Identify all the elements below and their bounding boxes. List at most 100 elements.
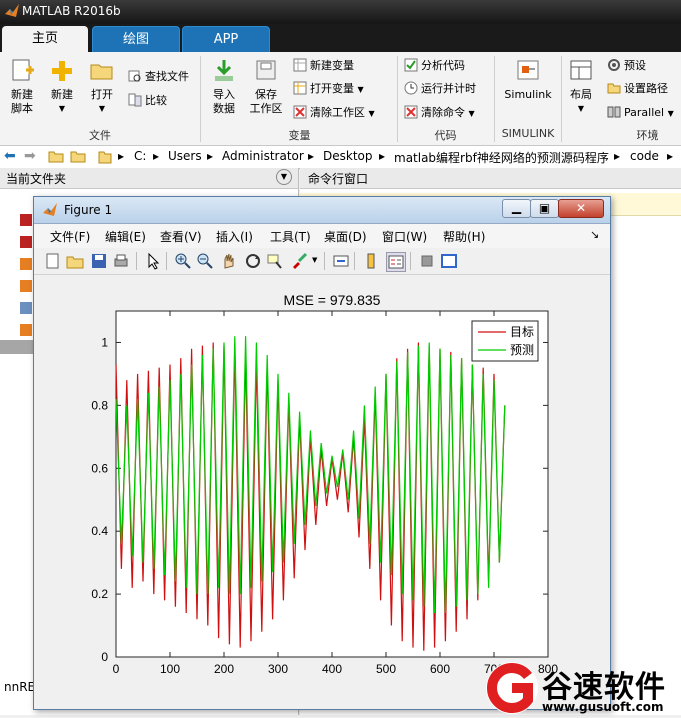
breadcrumb-item[interactable]: Administrator	[222, 149, 304, 163]
x-tick-label: 100	[160, 662, 180, 676]
zoom-out-icon[interactable]	[196, 252, 214, 270]
menu-edit[interactable]: 编辑(E)	[105, 228, 146, 245]
clear-workspace-button[interactable]: 清除工作区 ▼	[293, 104, 375, 122]
folder-open-icon	[90, 64, 113, 80]
data-cursor-icon[interactable]	[266, 252, 284, 270]
figure-toolbar: ▼	[34, 248, 610, 275]
open-label: 打开	[91, 88, 113, 101]
rotate-3d-icon[interactable]	[244, 252, 262, 270]
folder-icon	[607, 83, 621, 94]
menu-file[interactable]: 文件(F)	[50, 228, 90, 245]
menu-view[interactable]: 查看(V)	[160, 228, 202, 245]
x-tick-label: 500	[376, 662, 396, 676]
clear-workspace-dropdown-icon[interactable]: ▼	[369, 109, 375, 118]
menu-window[interactable]: 窗口(W)	[382, 228, 427, 245]
new-variable-button[interactable]: 新建变量	[293, 57, 354, 75]
new-figure-icon[interactable]	[44, 252, 62, 270]
breadcrumb-item[interactable]: code	[630, 149, 659, 163]
forward-arrow-icon[interactable]: ➡	[24, 148, 36, 164]
show-plot-tools-icon[interactable]	[440, 252, 458, 270]
open-dropdown-icon[interactable]: ▼	[86, 102, 118, 116]
tab-plots[interactable]: 绘图	[92, 26, 180, 54]
png-file-icon	[20, 236, 32, 248]
menu-help[interactable]: 帮助(H)	[443, 228, 485, 245]
figure-menu-bar: 文件(F) 编辑(E) 查看(V) 插入(I) 工具(T) 桌面(D) 窗口(W…	[34, 224, 610, 248]
hide-plot-tools-icon[interactable]	[418, 252, 436, 270]
toolbar-divider	[166, 252, 167, 270]
figure-title: Figure 1	[64, 203, 113, 217]
up-folder-icon[interactable]	[48, 149, 64, 166]
tab-home[interactable]: 主页	[2, 26, 88, 52]
run-and-time-label: 运行并计时	[421, 82, 476, 95]
run-and-time-button[interactable]: 运行并计时	[404, 80, 476, 98]
open-file-icon[interactable]	[66, 252, 84, 270]
compare-icon	[128, 93, 142, 107]
save-workspace-button[interactable]: 保存 工作区	[246, 58, 286, 116]
breadcrumb-separator: ▸	[118, 149, 125, 163]
compare-button[interactable]: 比较	[128, 92, 167, 110]
menu-desktop[interactable]: 桌面(D)	[324, 228, 367, 245]
y-tick-label: 0.6	[91, 461, 108, 475]
clear-workspace-label: 清除工作区	[310, 106, 365, 119]
tab-apps[interactable]: APP	[182, 26, 270, 54]
app-title: MATLAB R2016b	[22, 4, 121, 18]
app-title-bar: MATLAB R2016b	[0, 0, 681, 24]
parallel-button[interactable]: Parallel ▼	[607, 104, 674, 122]
parallel-dropdown-icon[interactable]: ▼	[668, 109, 674, 118]
clear-commands-button[interactable]: 清除命令 ▼	[404, 104, 475, 122]
preferences-button[interactable]: 预设	[607, 57, 646, 75]
group-label-file: 文件	[89, 129, 111, 142]
browse-folder-icon[interactable]	[70, 149, 86, 166]
close-button[interactable]: ✕	[558, 199, 604, 218]
x-tick-label: 200	[214, 662, 234, 676]
zoom-in-icon[interactable]	[174, 252, 192, 270]
panel-menu-icon[interactable]: ▼	[276, 169, 292, 185]
breadcrumb-separator: ▸	[308, 149, 315, 163]
minimize-button[interactable]: ▁	[502, 199, 531, 218]
y-tick-label: 0.2	[91, 587, 108, 601]
set-path-button[interactable]: 设置路径	[607, 80, 668, 98]
link-plot-icon[interactable]	[332, 252, 350, 270]
analyze-code-button[interactable]: 分析代码	[404, 57, 465, 75]
layout-dropdown-icon[interactable]: ▼	[565, 102, 597, 116]
new-button[interactable]: 新建 ▼	[46, 58, 78, 116]
menu-tools[interactable]: 工具(T)	[270, 228, 311, 245]
clear-commands-icon	[404, 105, 418, 119]
legend[interactable]: 目标 预测	[471, 320, 539, 362]
find-files-button[interactable]: 查找文件	[128, 68, 189, 86]
parallel-label: Parallel	[624, 106, 665, 119]
breadcrumb-item[interactable]: C:	[134, 149, 146, 163]
legend-icon[interactable]	[386, 252, 406, 272]
clear-commands-dropdown-icon[interactable]: ▼	[469, 109, 475, 118]
maximize-button[interactable]: ▣	[530, 199, 559, 218]
save-icon[interactable]	[90, 252, 108, 270]
find-files-label: 查找文件	[145, 70, 189, 83]
open-variable-label: 打开变量	[310, 82, 354, 95]
print-icon[interactable]	[112, 252, 130, 270]
open-variable-dropdown-icon[interactable]: ▼	[358, 85, 364, 94]
new-script-button[interactable]: 新建 脚本	[4, 58, 40, 116]
pointer-icon[interactable]	[144, 252, 162, 270]
pan-hand-icon[interactable]	[220, 252, 238, 270]
simulink-button[interactable]: Simulink	[500, 58, 556, 102]
analyze-code-icon	[404, 58, 418, 72]
back-arrow-icon[interactable]: ⬅	[4, 148, 16, 164]
layout-icon	[570, 60, 592, 80]
import-data-button[interactable]: 导入 数据	[206, 58, 242, 116]
watermark-logo: 谷速软件 www.gusuoft.com	[482, 658, 681, 715]
colorbar-icon[interactable]	[362, 252, 380, 270]
address-folder-icon	[98, 148, 112, 167]
breadcrumb-item[interactable]: Desktop	[323, 149, 373, 163]
breadcrumb-item[interactable]: Users	[168, 149, 202, 163]
new-dropdown-icon[interactable]: ▼	[46, 102, 78, 116]
plus-icon	[52, 61, 72, 81]
breadcrumb-item[interactable]: matlab编程rbf神经网络的预测源码程序	[394, 149, 609, 166]
brush-dropdown-icon[interactable]: ▼	[312, 256, 317, 264]
layout-button[interactable]: 布局 ▼	[565, 58, 597, 116]
brush-icon[interactable]	[290, 252, 308, 270]
save-workspace-icon	[256, 60, 276, 80]
dock-arrow-icon[interactable]: ↘	[590, 228, 599, 241]
open-variable-button[interactable]: 打开变量 ▼	[293, 80, 364, 98]
menu-insert[interactable]: 插入(I)	[216, 228, 253, 245]
open-button[interactable]: 打开 ▼	[86, 58, 118, 116]
